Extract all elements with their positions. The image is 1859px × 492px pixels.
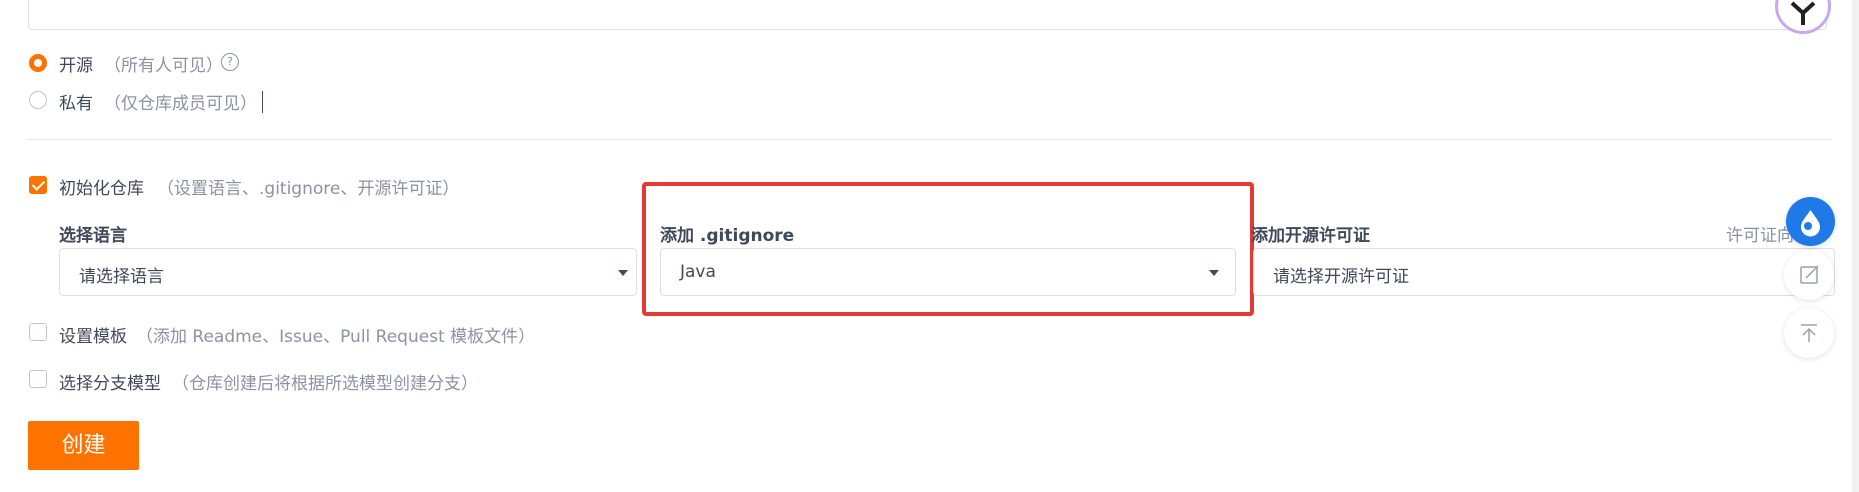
section-divider: [28, 139, 1832, 140]
radio-public[interactable]: [29, 54, 47, 72]
init-repo-label[interactable]: 初始化仓库: [59, 174, 144, 199]
avatar-logo-icon[interactable]: [1775, 0, 1831, 34]
init-repo-checkbox[interactable]: [29, 176, 47, 194]
water-drop-icon[interactable]: [1786, 197, 1835, 246]
help-icon[interactable]: ?: [221, 53, 239, 71]
dropdown-caret-icon: [1209, 270, 1219, 276]
license-title: 添加开源许可证: [1251, 226, 1370, 246]
radio-private-label[interactable]: 私有: [59, 89, 93, 114]
radio-public-label[interactable]: 开源: [59, 51, 93, 76]
init-repo-hint: （设置语言、.gitignore、开源许可证）: [157, 179, 460, 199]
license-select[interactable]: 请选择开源许可证: [1253, 248, 1835, 296]
template-label[interactable]: 设置模板: [59, 322, 127, 347]
language-title: 选择语言: [59, 226, 127, 246]
branch-model-checkbox[interactable]: [29, 370, 47, 388]
branch-model-label[interactable]: 选择分支模型: [59, 369, 161, 394]
repo-description-input[interactable]: [28, 0, 1827, 30]
gitignore-title: 添加 .gitignore: [660, 226, 795, 246]
language-select-value: 请选择语言: [79, 267, 164, 287]
branch-model-hint: （仓库创建后将根据所选模型创建分支）: [172, 374, 478, 394]
language-select[interactable]: 请选择语言: [59, 248, 637, 296]
create-button[interactable]: 创建: [28, 421, 139, 470]
template-checkbox[interactable]: [29, 323, 47, 341]
gitignore-select-value: Java: [680, 262, 716, 282]
license-select-value: 请选择开源许可证: [1273, 267, 1409, 287]
template-hint: （添加 Readme、Issue、Pull Request 模板文件）: [136, 327, 536, 347]
radio-private[interactable]: [29, 91, 47, 109]
radio-private-hint: （仅仓库成员可见）: [104, 94, 257, 114]
text-cursor: [262, 91, 263, 113]
dropdown-caret-icon: [618, 270, 628, 276]
radio-public-hint: （所有人可见）: [104, 56, 223, 76]
gitignore-select[interactable]: Java: [660, 248, 1236, 296]
license-help-link[interactable]: 许可证向: [1726, 221, 1794, 246]
scrollbar[interactable]: [1852, 0, 1859, 492]
back-to-top-icon[interactable]: [1784, 308, 1834, 358]
edit-icon[interactable]: [1784, 250, 1834, 300]
